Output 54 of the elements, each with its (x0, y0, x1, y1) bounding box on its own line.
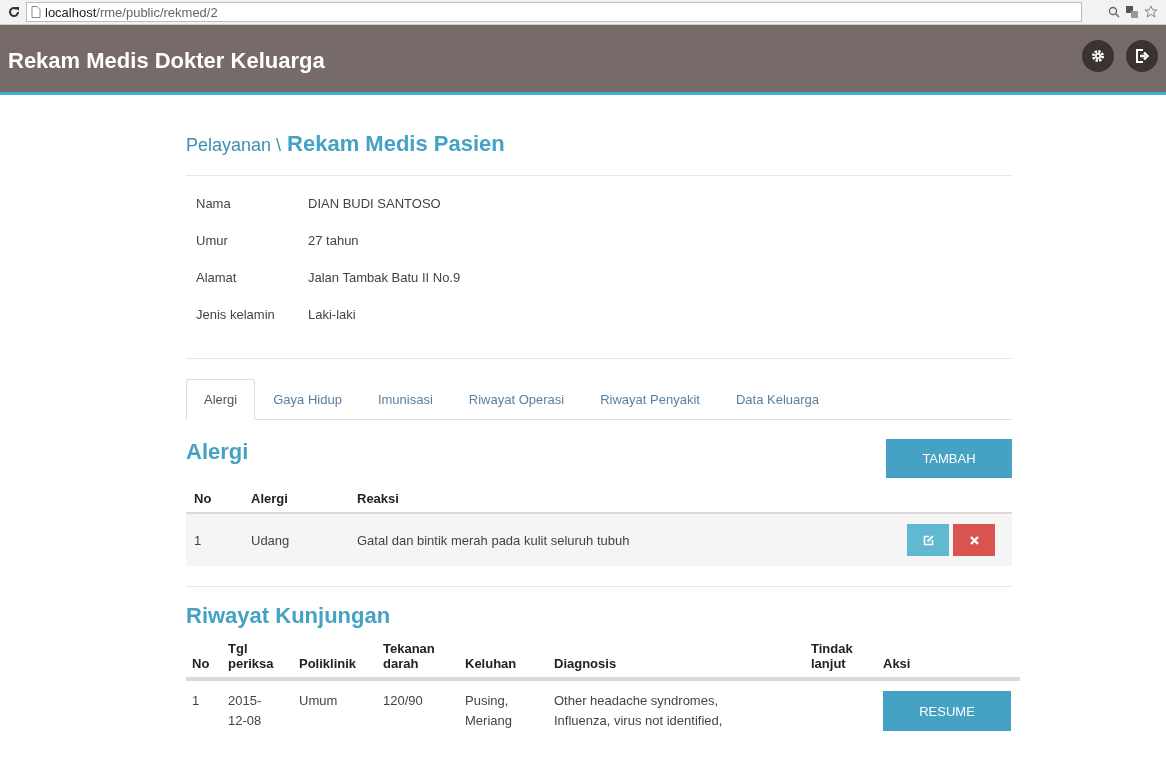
column-header: Aksi (883, 656, 911, 671)
column-header: Tindak lanjut (811, 641, 853, 671)
table-cell-text: 1 (192, 692, 200, 710)
field-value: DIAN BUDI SANTOSO (308, 196, 442, 211)
delete-button[interactable] (953, 524, 995, 556)
field-value: Laki-laki (308, 307, 357, 322)
table-cell-text: Gatal dan bintik merah pada kulit seluruh tubuh (357, 532, 631, 548)
field-label: Umur (196, 233, 229, 248)
table-cell-text: Pusing, Meriang (465, 692, 512, 730)
column-header: No (194, 490, 213, 506)
table-cell-text: 2015-12-08 (228, 692, 262, 730)
tab[interactable]: Gaya Hidup (255, 379, 360, 420)
edit-icon (922, 534, 934, 546)
table-cell-text: Umum (299, 692, 338, 710)
column-header: Reaksi (357, 490, 400, 506)
table-cell-text: 120/90 (383, 692, 423, 710)
add-button[interactable]: TAMBAH (886, 439, 1012, 478)
column-header: Diagnosis (554, 656, 617, 671)
app-title: Rekam Medis Dokter Keluarga (8, 47, 325, 74)
table-cell-text: Other headache syndromes, Influenza, virus not identified, (554, 692, 724, 730)
column-header: Tgl periksa (228, 641, 274, 671)
tab[interactable]: Riwayat Penyakit (582, 379, 718, 420)
tab[interactable]: Data Keluarga (717, 379, 838, 420)
column-header: Poliklinik (299, 656, 357, 671)
breadcrumb-link[interactable]: Pelayanan \ (186, 135, 282, 156)
logout-icon (1135, 48, 1149, 63)
field-label: Nama (196, 196, 232, 211)
star-icon[interactable] (1144, 5, 1158, 19)
table-cell-text: Udang (251, 532, 291, 548)
settings-icon (1091, 48, 1105, 63)
field-label: Jenis kelamin (196, 307, 276, 322)
address-bar[interactable]: localhost/rme/public/rekmed/2 (26, 2, 1082, 22)
logout-button[interactable] (1126, 39, 1158, 72)
reload-icon[interactable] (8, 6, 20, 18)
field-value: Jalan Tambak Batu II No.9 (308, 270, 462, 285)
column-header: Alergi (251, 490, 289, 506)
tab[interactable]: Alergi (186, 379, 256, 420)
field-value: 27 tahun (308, 233, 360, 248)
field-label: Alamat (196, 270, 238, 285)
section-heading: Alergi (186, 439, 249, 465)
column-header: Keluhan (465, 656, 517, 671)
column-header: No (192, 656, 210, 671)
zoom-icon[interactable] (1108, 6, 1120, 18)
tab[interactable]: Riwayat Operasi (450, 379, 583, 420)
url-text: localhost/rme/public/rekmed/2 (45, 4, 218, 20)
resume-button[interactable]: RESUME (883, 691, 1011, 731)
table-cell-text: 1 (194, 532, 203, 548)
close-icon (969, 535, 979, 545)
page-title: Rekam Medis Pasien (287, 131, 505, 157)
section-heading: Riwayat Kunjungan (186, 603, 392, 629)
settings-button[interactable] (1082, 39, 1114, 72)
column-header: Tekanan darah (383, 641, 435, 671)
page-icon (31, 6, 41, 18)
tab[interactable]: Imunisasi (359, 379, 451, 420)
